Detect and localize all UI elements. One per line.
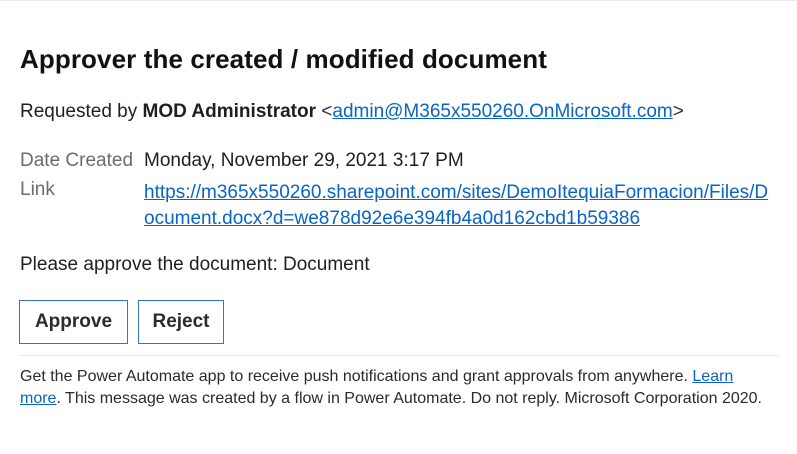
top-divider [0, 0, 797, 1]
requested-by-line: Requested by MOD Administrator <admin@M3… [20, 101, 684, 123]
requester-name: MOD Administrator [142, 101, 316, 122]
document-link-container: https://m365x550260.sharepoint.com/sites… [144, 180, 774, 232]
reject-button[interactable]: Reject [138, 300, 224, 344]
approval-email: Approver the created / modified document… [0, 0, 797, 454]
document-link[interactable]: https://m365x550260.sharepoint.com/sites… [144, 182, 768, 229]
footer-text: Get the Power Automate app to receive pu… [20, 366, 770, 410]
footer-divider [19, 355, 778, 356]
requester-email-link[interactable]: admin@M365x550260.OnMicrosoft.com [332, 101, 672, 122]
date-created-label: Date Created [20, 150, 134, 171]
footer-text-part-1: Get the Power Automate app to receive pu… [20, 368, 693, 385]
email-close-bracket: > [672, 101, 684, 122]
link-label: Link [20, 179, 55, 200]
date-created-value: Monday, November 29, 2021 3:17 PM [144, 150, 464, 171]
approve-button[interactable]: Approve [19, 300, 128, 344]
approval-message: Please approve the document: Document [20, 254, 370, 275]
email-title: Approver the created / modified document [20, 44, 547, 74]
requested-by-label: Requested by [20, 101, 138, 122]
footer-text-part-2: . This message was created by a flow in … [56, 390, 762, 407]
email-open-bracket: < [321, 101, 333, 122]
